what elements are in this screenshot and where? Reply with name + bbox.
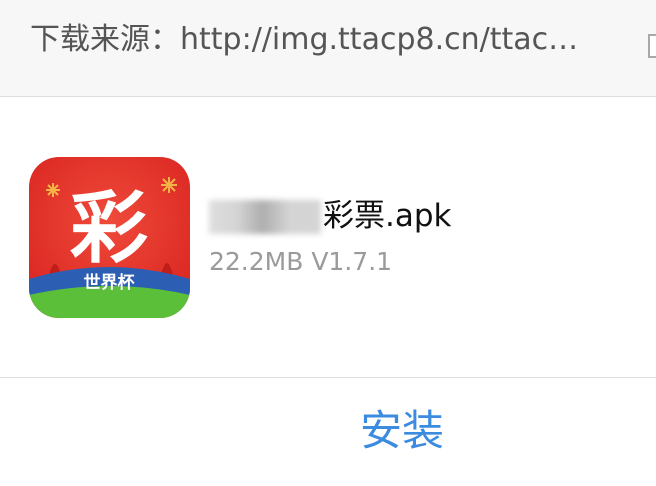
icon-main-char: 彩: [70, 184, 148, 274]
app-file-name: 彩票.apk: [209, 198, 629, 234]
download-dialog: 下载来源：http://img.ttacp8.cn/ttac… 彩 世界杯 彩票…: [0, 0, 656, 486]
icon-caption: 世界杯: [84, 272, 135, 293]
obscured-name-prefix: [209, 200, 321, 234]
download-source-text: 下载来源：http://img.ttacp8.cn/ttac…: [30, 22, 579, 57]
app-size-version: 22.2MB V1.7.1: [209, 247, 393, 276]
install-button[interactable]: 安装: [0, 378, 656, 486]
app-icon: 彩 世界杯: [29, 157, 190, 318]
app-file-name-text: 彩票.apk: [323, 198, 452, 234]
edge-marker: [648, 34, 656, 58]
download-source-bar: 下载来源：http://img.ttacp8.cn/ttac…: [0, 0, 656, 97]
app-info-row: 彩 世界杯 彩票.apk 22.2MB V1.7.1: [0, 97, 656, 377]
install-button-label: 安装: [360, 406, 445, 455]
lottery-app-icon: 彩 世界杯: [29, 157, 190, 318]
